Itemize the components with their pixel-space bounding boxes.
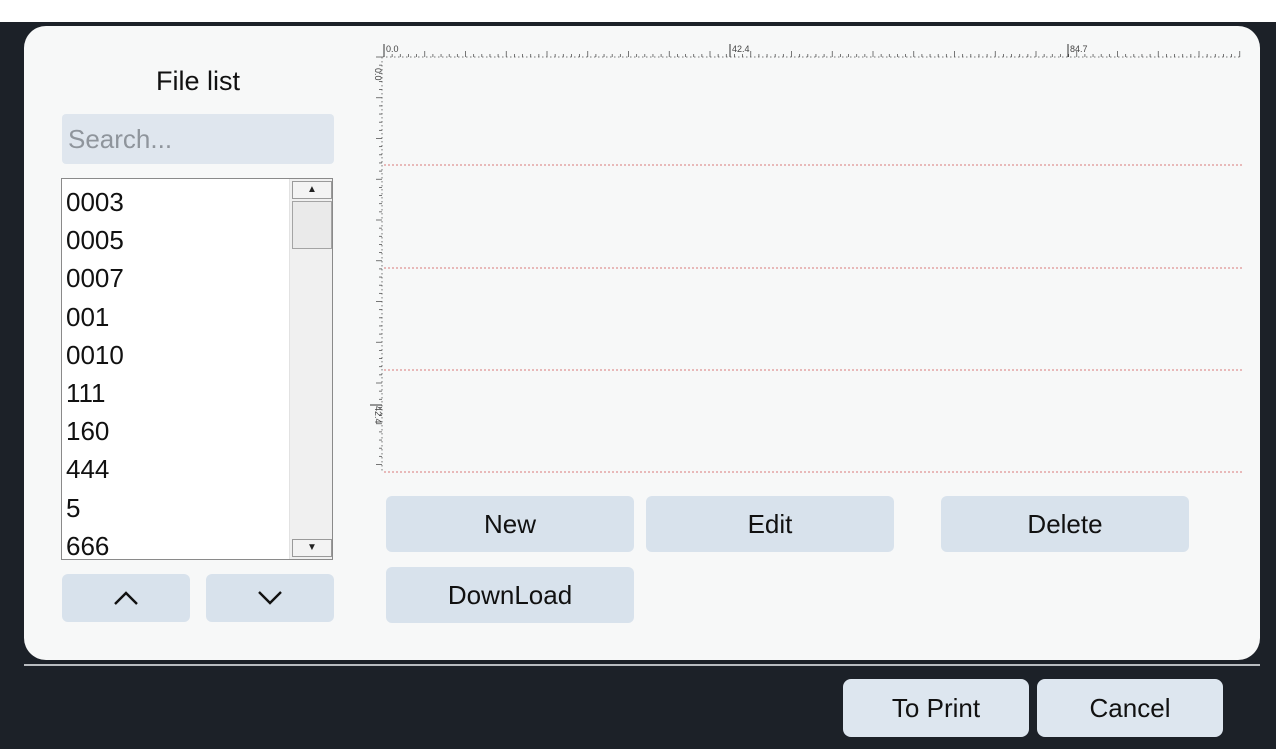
list-item[interactable]: 0005 — [66, 221, 286, 259]
preview-canvas[interactable]: 0.0 42.4 84.7 0.0 42.4 — [366, 40, 1244, 476]
download-button[interactable]: DownLoad — [386, 567, 634, 623]
list-item[interactable]: 444 — [66, 450, 286, 488]
ruler-top-label: 0.0 — [386, 44, 399, 54]
list-item[interactable]: 111 — [66, 374, 286, 412]
move-up-button[interactable] — [62, 574, 190, 622]
file-list: 0003 0005 0007 001 0010 111 160 444 5 66… — [66, 183, 286, 559]
cancel-button[interactable]: Cancel — [1037, 679, 1223, 737]
ruler-left-label: 42.4 — [373, 406, 383, 424]
file-list-title: File list — [155, 66, 240, 96]
ruler-left-label: 0.0 — [373, 68, 383, 81]
search-input[interactable] — [62, 114, 334, 164]
list-item[interactable]: 5 — [66, 489, 286, 527]
scroll-thumb[interactable] — [292, 201, 332, 249]
file-listbox[interactable]: 0003 0005 0007 001 0010 111 160 444 5 66… — [61, 178, 333, 560]
list-item[interactable]: 160 — [66, 412, 286, 450]
new-button[interactable]: New — [386, 496, 634, 552]
scroll-down-arrow-icon[interactable]: ▼ — [292, 539, 332, 557]
list-item[interactable]: 666 — [66, 527, 286, 559]
list-item[interactable]: 0003 — [66, 183, 286, 221]
move-down-button[interactable] — [206, 574, 334, 622]
footer-divider — [24, 664, 1260, 666]
chevron-up-icon — [114, 591, 138, 605]
list-item[interactable]: 001 — [66, 298, 286, 336]
list-item[interactable]: 0010 — [66, 336, 286, 374]
top-strip — [0, 0, 1276, 22]
left-ruler-ticks — [376, 56, 382, 465]
delete-button[interactable]: Delete — [941, 496, 1189, 552]
list-scrollbar[interactable]: ▲ ▼ — [289, 179, 332, 559]
top-ruler-ticks — [383, 51, 1241, 57]
scroll-up-arrow-icon[interactable]: ▲ — [292, 181, 332, 199]
list-item[interactable]: 0007 — [66, 259, 286, 297]
chevron-down-icon — [258, 591, 282, 605]
ruler-top-label: 42.4 — [732, 44, 750, 54]
ruler-top-label: 84.7 — [1070, 44, 1088, 54]
to-print-button[interactable]: To Print — [843, 679, 1029, 737]
edit-button[interactable]: Edit — [646, 496, 894, 552]
